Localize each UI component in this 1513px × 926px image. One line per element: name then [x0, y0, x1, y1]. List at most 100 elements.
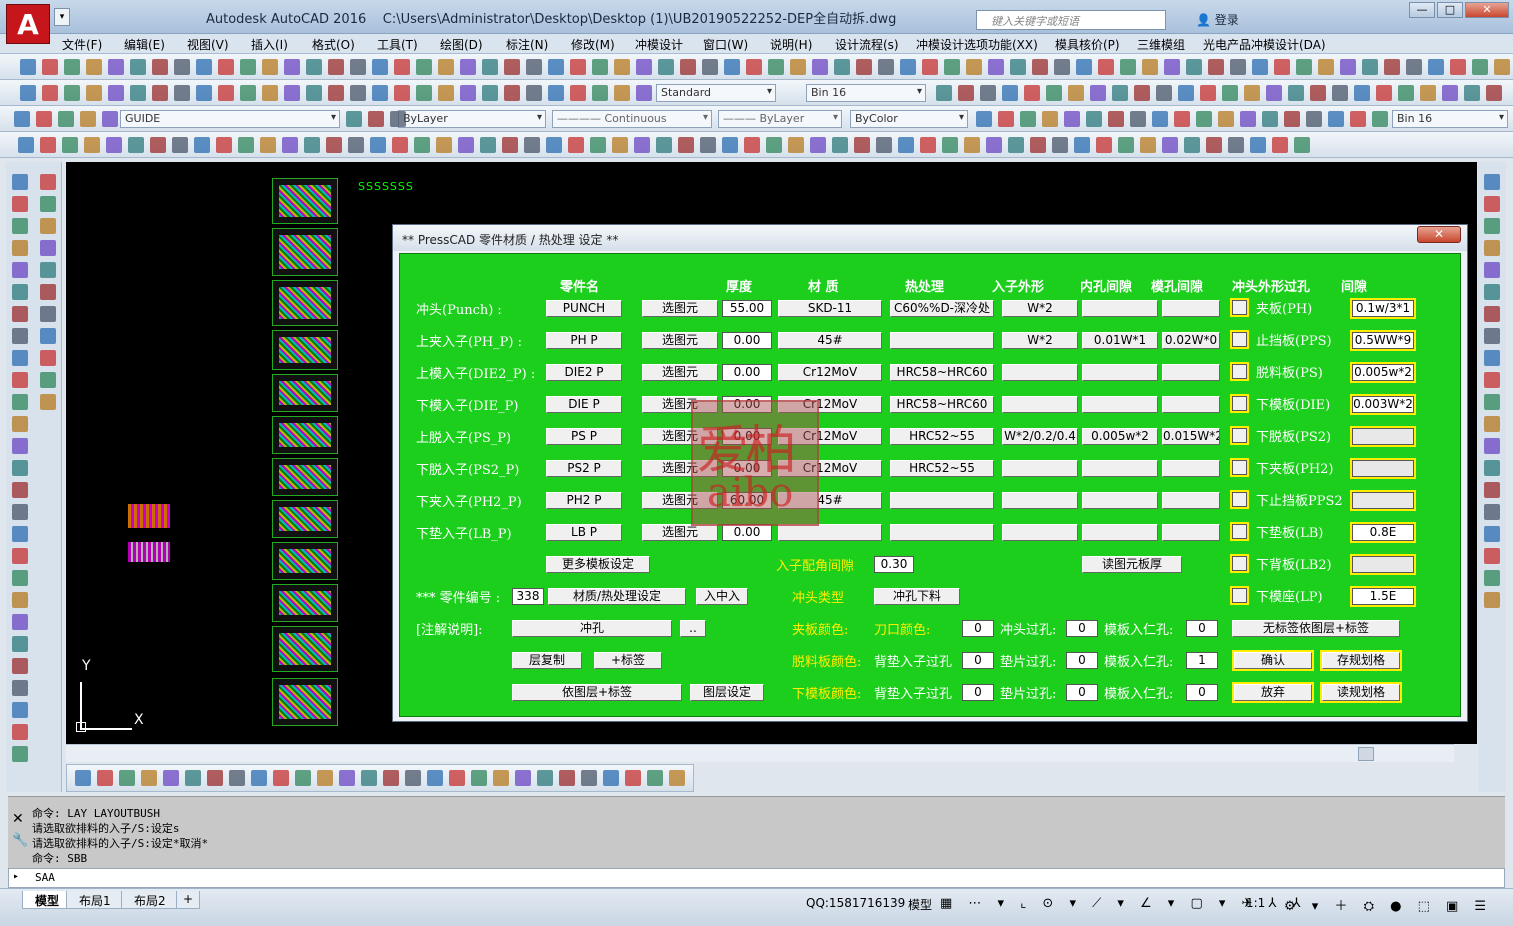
menu-die-design[interactable]: 冲模设计: [635, 36, 683, 53]
bottom-tool-icon[interactable]: [251, 770, 267, 786]
part-name-input[interactable]: PUNCH: [546, 300, 622, 317]
vertical-tool-icon[interactable]: [12, 196, 28, 212]
vertical-tool-icon[interactable]: [40, 350, 56, 366]
toolbar-tool-icon[interactable]: [980, 85, 996, 101]
toolbar-tool-icon[interactable]: [80, 111, 96, 127]
vertical-tool-icon[interactable]: [40, 284, 56, 300]
note-input[interactable]: 冲孔: [512, 620, 672, 637]
vertical-tool-icon[interactable]: [12, 438, 28, 454]
toolbar-tool-icon[interactable]: [966, 59, 982, 75]
dialog-close-button[interactable]: ✕: [1417, 226, 1461, 243]
toolbar-tool-icon[interactable]: [1140, 137, 1156, 153]
toolbar-tool-icon[interactable]: [392, 137, 408, 153]
vertical-tool-icon[interactable]: [40, 306, 56, 322]
bottom-tool-icon[interactable]: [97, 770, 113, 786]
vertical-tool-icon[interactable]: [12, 526, 28, 542]
bottom-tool-icon[interactable]: [361, 770, 377, 786]
toolbar-tool-icon[interactable]: [40, 137, 56, 153]
pad-hole-input-2[interactable]: 0: [1066, 684, 1098, 701]
toolbar-tool-icon[interactable]: [64, 85, 80, 101]
shape-input[interactable]: [1002, 364, 1078, 381]
toolbar-tool-icon[interactable]: [1328, 111, 1344, 127]
toolbar-tool-icon[interactable]: [1042, 111, 1058, 127]
toolbar-tool-icon[interactable]: [482, 85, 498, 101]
maximize-button[interactable]: □: [1437, 2, 1463, 18]
vertical-tool-icon[interactable]: [12, 636, 28, 652]
plate-checkbox[interactable]: [1232, 332, 1247, 347]
gap-input[interactable]: 0.1w/3*1: [1352, 300, 1414, 317]
toolbar-tool-icon[interactable]: [810, 137, 826, 153]
wrench-icon[interactable]: 🔧: [12, 833, 28, 848]
vertical-tool-icon[interactable]: [1484, 482, 1500, 498]
by-layer-label-button[interactable]: 依图层+标签: [512, 684, 682, 701]
toolbar-tool-icon[interactable]: [414, 137, 430, 153]
toolbar-tool-icon[interactable]: [284, 85, 300, 101]
read-rule-button[interactable]: 读规划格: [1322, 684, 1400, 701]
toolbar-tool-icon[interactable]: [746, 59, 762, 75]
close-window-button[interactable]: ✕: [1465, 2, 1509, 18]
vertical-tool-icon[interactable]: [40, 394, 56, 410]
toolbar-tool-icon[interactable]: [64, 59, 80, 75]
mold-gap-input[interactable]: [1162, 524, 1220, 541]
menu-format[interactable]: 格式(O): [312, 36, 355, 53]
material-input[interactable]: 45#: [778, 332, 882, 349]
toolbar-tool-icon[interactable]: [346, 111, 362, 127]
toolbar-tool-icon[interactable]: [328, 59, 344, 75]
toolbar-tool-icon[interactable]: [36, 111, 52, 127]
plate-checkbox[interactable]: [1232, 364, 1247, 379]
toolbar-tool-icon[interactable]: [548, 85, 564, 101]
toolbar-tool-icon[interactable]: [240, 85, 256, 101]
toolbar-tool-icon[interactable]: [326, 137, 342, 153]
heat-treatment-input[interactable]: [890, 332, 994, 349]
toolbar-tool-icon[interactable]: [1406, 59, 1422, 75]
heat-treatment-input[interactable]: HRC58~HRC60: [890, 364, 994, 381]
heat-treatment-input[interactable]: [890, 492, 994, 509]
gap-input[interactable]: [1352, 460, 1414, 477]
toolbar-tool-icon[interactable]: [416, 59, 432, 75]
part-name-input[interactable]: DIE2 P: [546, 364, 622, 381]
toolbar-tool-icon[interactable]: [1112, 85, 1128, 101]
search-input[interactable]: 键入关键字或短语: [976, 10, 1166, 30]
thickness-input[interactable]: 0.00: [722, 524, 772, 541]
vertical-tool-icon[interactable]: [40, 174, 56, 190]
part-name-input[interactable]: DIE P: [546, 396, 622, 413]
toolbar-tool-icon[interactable]: [1074, 137, 1090, 153]
bottom-tool-icon[interactable]: [405, 770, 421, 786]
menu-file[interactable]: 文件(F): [62, 36, 102, 53]
toolbar-tool-icon[interactable]: [436, 137, 452, 153]
toolbar-tool-icon[interactable]: [130, 59, 146, 75]
shape-input[interactable]: [1002, 460, 1078, 477]
lineweight-select[interactable]: ——— ByLayer: [718, 110, 842, 128]
no-label-by-layer-button[interactable]: 无标签依图层+标签: [1232, 620, 1400, 637]
vertical-tool-icon[interactable]: [40, 240, 56, 256]
toolbar-tool-icon[interactable]: [766, 137, 782, 153]
vertical-tool-icon[interactable]: [40, 328, 56, 344]
toolbar-tool-icon[interactable]: [14, 111, 30, 127]
toolbar-tool-icon[interactable]: [62, 137, 78, 153]
gap-input[interactable]: [1352, 428, 1414, 445]
toolbar-tool-icon[interactable]: [526, 59, 542, 75]
toolbar-tool-icon[interactable]: [702, 59, 718, 75]
menu-modify[interactable]: 修改(M): [571, 36, 615, 53]
toolbar-tool-icon[interactable]: [1354, 85, 1370, 101]
toolbar-tool-icon[interactable]: [546, 137, 562, 153]
toolbar-tool-icon[interactable]: [1156, 85, 1172, 101]
mold-gap-input[interactable]: [1162, 492, 1220, 509]
punch-hole-input[interactable]: 0: [1066, 620, 1098, 637]
toolbar-tool-icon[interactable]: [1332, 85, 1348, 101]
toolbar-tool-icon[interactable]: [1222, 85, 1238, 101]
menu-tools[interactable]: 工具(T): [377, 36, 418, 53]
toolbar-tool-icon[interactable]: [1054, 59, 1070, 75]
vertical-tool-icon[interactable]: [1484, 438, 1500, 454]
punch-type-button[interactable]: 冲孔下料: [874, 588, 960, 605]
menu-edit[interactable]: 编辑(E): [124, 36, 165, 53]
mold-gap-input[interactable]: [1162, 300, 1220, 317]
toolbar-tool-icon[interactable]: [390, 111, 406, 127]
toolbar-tool-icon[interactable]: [998, 111, 1014, 127]
back-hole-input-2[interactable]: 0: [962, 684, 994, 701]
bottom-tool-icon[interactable]: [515, 770, 531, 786]
pad-hole-input-1[interactable]: 0: [1066, 652, 1098, 669]
vertical-tool-icon[interactable]: [1484, 504, 1500, 520]
material-input[interactable]: [778, 524, 882, 541]
toolbar-tool-icon[interactable]: [636, 59, 652, 75]
